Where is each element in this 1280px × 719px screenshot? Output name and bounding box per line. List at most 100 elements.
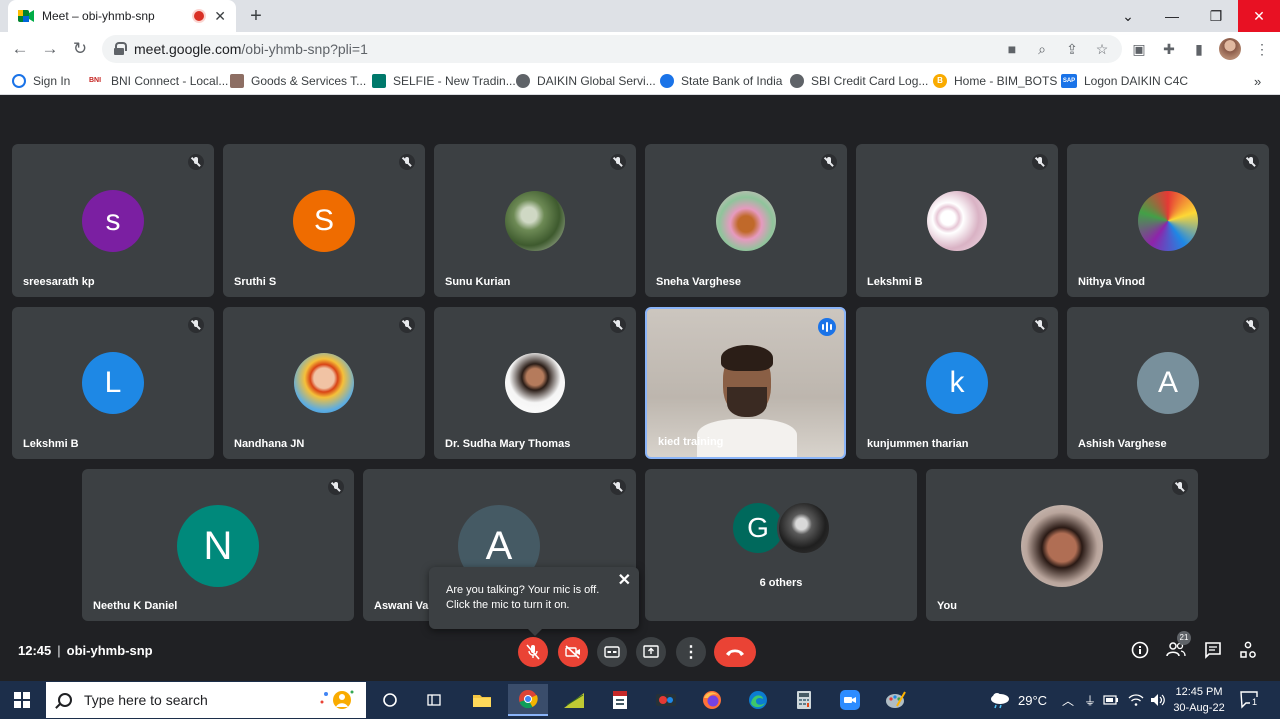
new-tab-icon[interactable]: + [244, 4, 268, 28]
present-screen-button[interactable] [636, 637, 666, 667]
usb-icon[interactable]: ⏚ [1084, 681, 1096, 719]
window-close-icon[interactable]: ✕ [1238, 0, 1280, 32]
bookmark-item[interactable]: SELFIE - New Tradin... [372, 72, 516, 90]
bookmark-item[interactable]: SBI Credit Card Log... [790, 72, 928, 90]
avatar-photo [777, 501, 831, 555]
avatar: k [926, 352, 988, 414]
wifi-icon[interactable] [1128, 681, 1144, 719]
taskbar-clock[interactable]: 12:45 PM 30-Aug-22 [1166, 684, 1232, 716]
weather-widget[interactable]: 29°C [988, 681, 1047, 719]
address-bar[interactable]: meet.google.com/obi-yhmb-snp?pli=1 ■ ⌕ ⇪… [102, 35, 1122, 63]
participant-tile[interactable]: L Lekshmi B [12, 307, 214, 459]
share-icon[interactable]: ⇪ [1063, 40, 1081, 58]
participant-tile[interactable]: Dr. Sudha Mary Thomas [434, 307, 636, 459]
zoom-icon[interactable]: ⌕ [1033, 40, 1051, 58]
meeting-details: 12:45 | obi-yhmb-snp [18, 643, 153, 658]
task-view-icon[interactable] [370, 684, 410, 716]
tab-search-icon[interactable]: ⌄ [1106, 0, 1150, 32]
app-icon[interactable] [554, 684, 594, 716]
windows-taskbar: Type here to search 29°C ︿ ⏚ 12:45 PM 30… [0, 681, 1280, 719]
minimize-icon[interactable]: — [1150, 0, 1194, 32]
participant-tile[interactable]: A Ashish Varghese [1067, 307, 1269, 459]
bookmark-item[interactable]: Sign In [12, 72, 70, 90]
bookmark-item[interactable]: DAIKIN Global Servi... [516, 72, 656, 90]
chrome-icon[interactable] [508, 684, 548, 716]
participant-tile[interactable]: k kunjummen tharian [856, 307, 1058, 459]
maximize-icon[interactable]: ❐ [1194, 0, 1238, 32]
participant-tile[interactable]: Sunu Kurian [434, 144, 636, 297]
chat-icon[interactable] [1202, 641, 1224, 663]
app-icon[interactable] [600, 684, 640, 716]
back-icon[interactable]: ← [8, 37, 32, 61]
meeting-info-icon[interactable] [1129, 641, 1151, 663]
windows-start-icon[interactable] [14, 692, 30, 708]
participant-name: 6 others [759, 577, 803, 589]
mic-off-icon [1243, 317, 1259, 333]
tooltip-line: Click the mic to turn it on. [446, 599, 570, 611]
leave-call-button[interactable] [714, 637, 756, 667]
widgets-icon[interactable] [414, 684, 454, 716]
mic-off-icon [399, 317, 415, 333]
reload-icon[interactable]: ↻ [68, 37, 92, 61]
notifications-icon[interactable]: 1 [1240, 681, 1260, 719]
activities-icon[interactable] [1237, 641, 1259, 663]
side-panel-icon[interactable]: ▮ [1189, 39, 1209, 59]
close-tab-icon[interactable]: ✕ [214, 8, 226, 25]
bookmark-item[interactable]: BNI BNI Connect - Local... [86, 72, 228, 90]
participant-tile[interactable]: N Neethu K Daniel [82, 469, 354, 621]
extension-meet-icon[interactable]: ▣ [1129, 39, 1149, 59]
participant-tile[interactable]: s sreesarath kp [12, 144, 214, 297]
bookmark-item[interactable]: Goods & Services T... [230, 72, 366, 90]
participant-tile-others[interactable]: G 6 others [645, 469, 917, 621]
participant-name: sreesarath kp [23, 276, 95, 288]
participant-tile[interactable]: Sneha Varghese [645, 144, 847, 297]
firefox-icon[interactable] [692, 684, 732, 716]
paint-icon[interactable] [876, 684, 916, 716]
browser-tab-meet[interactable]: Meet – obi-yhmb-snp ✕ [8, 0, 236, 32]
bookmark-item[interactable]: SAP Logon DAIKIN C4C [1061, 72, 1188, 90]
mic-off-icon [188, 154, 204, 170]
more-options-button[interactable]: ⋮ [676, 637, 706, 667]
participant-tile[interactable]: Nandhana JN [223, 307, 425, 459]
participant-tile[interactable]: S Sruthi S [223, 144, 425, 297]
browser-menu-icon[interactable]: ⋮ [1252, 39, 1272, 59]
file-explorer-icon[interactable] [462, 684, 502, 716]
captions-button[interactable] [597, 637, 627, 667]
edge-icon[interactable] [738, 684, 778, 716]
bookmark-star-icon[interactable]: ☆ [1093, 40, 1111, 58]
clock-time: 12:45 PM [1175, 686, 1223, 698]
participant-name: Aswani Vas [374, 600, 435, 612]
camera-permission-icon[interactable]: ■ [1003, 40, 1021, 58]
participant-tile[interactable]: Lekshmi B [856, 144, 1058, 297]
participant-tile-speaking[interactable]: kied training [645, 307, 846, 459]
bookmark-favicon-icon [660, 74, 674, 88]
camera-toggle-button[interactable] [558, 637, 588, 667]
zoom-app-icon[interactable] [830, 684, 870, 716]
participant-tile[interactable]: Nithya Vinod [1067, 144, 1269, 297]
close-icon[interactable]: ✕ [618, 573, 631, 589]
present-icon [643, 645, 659, 658]
browser-tab-bar: Meet – obi-yhmb-snp ✕ + ⌄ — ❐ ✕ [0, 0, 1280, 32]
camera-off-icon [565, 645, 580, 659]
mic-off-icon [610, 154, 626, 170]
extensions-puzzle-icon[interactable]: ✚ [1159, 39, 1179, 59]
bookmark-item[interactable]: B Home - BIM_BOTS [933, 72, 1057, 90]
forward-icon[interactable]: → [38, 37, 62, 61]
battery-icon[interactable] [1103, 681, 1119, 719]
avatar-photo [505, 191, 565, 251]
temperature: 29°C [1018, 692, 1048, 708]
mic-toggle-button[interactable] [518, 637, 548, 667]
profile-avatar[interactable] [1219, 38, 1241, 60]
calculator-icon[interactable] [784, 684, 824, 716]
bookmark-item[interactable]: State Bank of India [660, 72, 782, 90]
mic-off-icon [1172, 479, 1188, 495]
tray-overflow-icon[interactable]: ︿ [1062, 681, 1074, 719]
more-vert-icon: ⋮ [683, 644, 699, 661]
bookmarks-overflow-icon[interactable]: » [1254, 72, 1261, 90]
app-icon[interactable] [646, 684, 686, 716]
bookmarks-bar: Sign In BNI BNI Connect - Local... Goods … [0, 66, 1280, 95]
participant-tile-self[interactable]: You [926, 469, 1198, 621]
volume-icon[interactable] [1150, 681, 1166, 719]
mic-off-icon [188, 317, 204, 333]
taskbar-search-input[interactable]: Type here to search [46, 682, 366, 718]
